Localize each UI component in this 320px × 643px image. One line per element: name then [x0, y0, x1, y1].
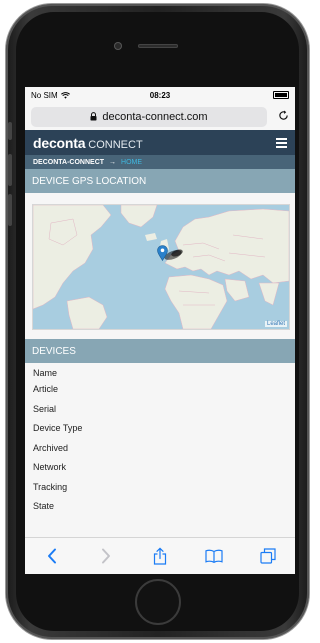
site-header: deconta CONNECT: [25, 130, 295, 155]
carrier-label: No SIM: [31, 90, 58, 100]
device-map[interactable]: Leaflet: [32, 204, 290, 330]
devices-section-title: DEVICES: [32, 345, 76, 357]
phone-screen: No SIM 08:23 deconta-connect.com deconta…: [25, 87, 295, 574]
devices-field-list: Name Article Serial Device Type Archived…: [25, 363, 295, 521]
share-icon: [153, 547, 167, 565]
volume-down-button: [8, 194, 12, 226]
device-field-label: Archived: [33, 442, 69, 453]
safari-toolbar: [25, 537, 295, 574]
wifi-icon: [60, 91, 70, 99]
back-button[interactable]: [37, 544, 67, 568]
address-bar[interactable]: deconta-connect.com: [31, 106, 267, 127]
forward-button[interactable]: [91, 544, 121, 568]
gps-section-title: DEVICE GPS LOCATION: [32, 175, 147, 187]
device-field-label: Serial: [33, 403, 57, 414]
forward-chevron-icon: [102, 548, 110, 564]
device-field-label: Name: [33, 368, 58, 378]
device-field-label: Article: [33, 384, 59, 394]
map-marker-icon[interactable]: [157, 245, 168, 261]
device-field-label: Device Type: [33, 423, 83, 433]
reload-button[interactable]: [267, 109, 289, 124]
status-bar: No SIM 08:23: [25, 87, 295, 103]
device-field-label: Tracking: [33, 481, 68, 492]
mute-switch: [8, 122, 12, 140]
back-chevron-icon: [48, 548, 56, 564]
map-container: Leaflet: [25, 193, 295, 339]
home-button[interactable]: [135, 579, 181, 625]
lock-icon: [90, 112, 97, 121]
bookmarks-icon: [205, 549, 223, 563]
site-logo[interactable]: deconta CONNECT: [33, 135, 143, 151]
breadcrumb-arrow-icon: →: [109, 158, 117, 166]
leaflet-attribution[interactable]: Leaflet: [264, 321, 287, 327]
device-field-label: State: [33, 501, 55, 511]
reload-icon: [279, 110, 288, 120]
gps-section-header: DEVICE GPS LOCATION: [25, 169, 295, 193]
devices-section-header: DEVICES: [25, 339, 295, 363]
battery-icon: [273, 91, 289, 99]
breadcrumb: DECONTA-CONNECT → HOME: [25, 155, 295, 169]
breadcrumb-current[interactable]: HOME: [121, 159, 142, 166]
tabs-button[interactable]: [253, 544, 283, 568]
hamburger-menu-icon[interactable]: [276, 137, 287, 148]
world-map: [33, 205, 289, 329]
bookmarks-button[interactable]: [199, 544, 229, 568]
earpiece-speaker: [138, 44, 178, 48]
status-right: [229, 91, 289, 99]
device-field-label: Network: [33, 462, 67, 472]
share-button[interactable]: [145, 544, 175, 568]
breadcrumb-root[interactable]: DECONTA-CONNECT: [33, 159, 104, 166]
tabs-icon: [260, 548, 276, 564]
front-camera: [114, 42, 122, 50]
volume-up-button: [8, 154, 12, 186]
address-bar-row: deconta-connect.com: [25, 103, 295, 130]
brand-name: deconta: [33, 134, 86, 151]
status-left: No SIM: [31, 91, 91, 100]
url-text: deconta-connect.com: [102, 110, 208, 123]
brand-suffix: CONNECT: [88, 138, 143, 151]
clock: 08:23: [149, 90, 171, 100]
